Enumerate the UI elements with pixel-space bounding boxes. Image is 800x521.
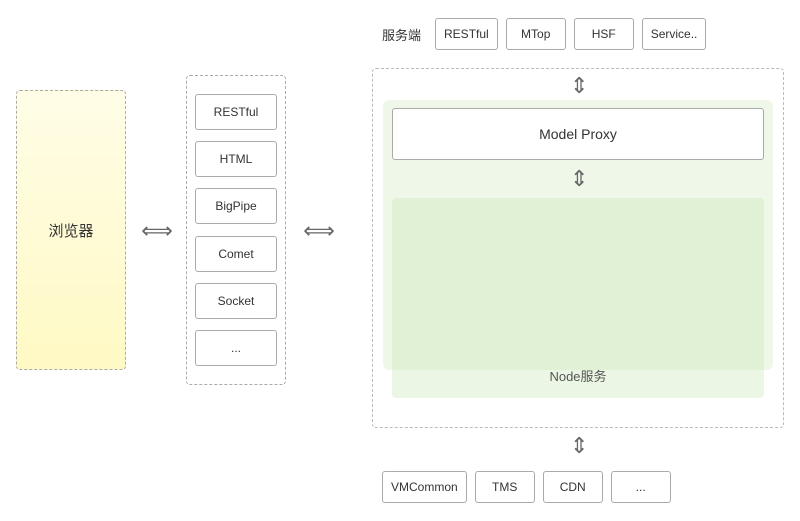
protocol-restful: RESTful (195, 94, 277, 130)
service-mtop: MTop (506, 18, 566, 50)
model-proxy-box: Model Proxy (392, 108, 764, 160)
service-service: Service.. (642, 18, 707, 50)
arrow-middle-right: ⟺ (294, 218, 344, 244)
browser-box: 浏览器 (16, 90, 126, 370)
vertical-arrow-icon-bottom: ⇕ (570, 433, 588, 459)
top-service-bar: 服务端 RESTful MTop HSF Service.. (372, 8, 784, 60)
service-restful: RESTful (435, 18, 498, 50)
bottom-more: ... (611, 471, 671, 503)
horizontal-arrow-icon-2: ⟺ (303, 218, 335, 244)
node-service-label: Node服务 (392, 366, 764, 385)
protocol-bigpipe: BigPipe (195, 188, 277, 224)
arrow-top-to-proxy: ⇕ (570, 72, 588, 100)
vertical-arrow-icon-mid: ⇕ (570, 166, 588, 192)
diagram-container: 浏览器 ⟺ RESTful HTML BigPipe Comet Socket … (0, 0, 800, 521)
vertical-arrow-icon-top: ⇕ (570, 73, 588, 99)
protocol-socket: Socket (195, 283, 277, 319)
bottom-tms: TMS (475, 471, 535, 503)
horizontal-arrow-icon: ⟺ (141, 218, 173, 244)
arrow-node-to-bottom: ⇕ (570, 432, 588, 460)
model-proxy-label: Model Proxy (539, 126, 617, 142)
service-bar-label: 服务端 (382, 25, 421, 44)
arrow-proxy-to-node: ⇕ (570, 165, 588, 193)
browser-label: 浏览器 (48, 220, 93, 241)
service-hsf: HSF (574, 18, 634, 50)
bottom-vmcommon: VMCommon (382, 471, 467, 503)
arrow-browser-middle: ⟺ (132, 218, 182, 244)
protocol-html: HTML (195, 141, 277, 177)
protocol-more: ... (195, 330, 277, 366)
bottom-service-bar: VMCommon TMS CDN ... (372, 464, 784, 510)
protocol-column: RESTful HTML BigPipe Comet Socket ... (186, 75, 286, 385)
protocol-comet: Comet (195, 236, 277, 272)
bottom-cdn: CDN (543, 471, 603, 503)
